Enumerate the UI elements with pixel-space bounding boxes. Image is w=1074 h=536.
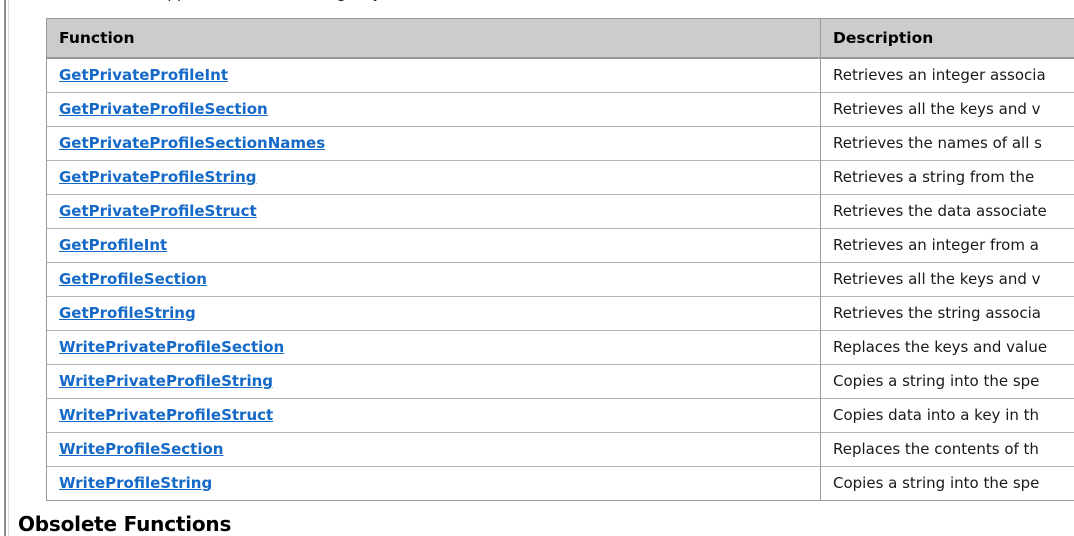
description-cell: Retrieves the names of all s bbox=[821, 126, 1074, 160]
function-name-cell: WritePrivateProfileSection bbox=[47, 330, 821, 364]
description-cell: Replaces the keys and value bbox=[821, 330, 1074, 364]
function-link[interactable]: WritePrivateProfileSection bbox=[59, 338, 284, 356]
table-row: GetPrivateProfileString Retrieves a strin… bbox=[47, 160, 1074, 194]
page-left-border-inner bbox=[8, 0, 9, 536]
table-row: WritePrivateProfileString Copies a string… bbox=[47, 364, 1074, 398]
function-link[interactable]: GetPrivateProfileSectionNames bbox=[59, 134, 325, 152]
function-link[interactable]: GetProfileSection bbox=[59, 270, 207, 288]
function-link[interactable]: GetPrivateProfileSection bbox=[59, 100, 268, 118]
description-cell: Copies a string into the spe bbox=[821, 364, 1074, 398]
function-link[interactable]: WritePrivateProfileStruct bbox=[59, 406, 273, 424]
function-link[interactable]: GetPrivateProfileInt bbox=[59, 66, 228, 84]
function-link[interactable]: GetProfileInt bbox=[59, 236, 167, 254]
function-name-cell: WritePrivateProfileString bbox=[47, 364, 821, 398]
function-name-cell: GetProfileSection bbox=[47, 262, 821, 296]
description-cell: Retrieves the string associa bbox=[821, 296, 1074, 330]
description-cell: Retrieves a string from the bbox=[821, 160, 1074, 194]
table-header: Function Description bbox=[47, 19, 1074, 59]
description-cell: Retrieves an integer associa bbox=[833, 66, 1046, 84]
table-row: GetProfileInt Retrieves an integer from a bbox=[47, 228, 1074, 262]
function-reference-table: Function Description GetPrivateProfileIn… bbox=[46, 18, 1074, 501]
table-row: GetPrivateProfileSectionNames Retrieves t… bbox=[47, 126, 1074, 160]
function-name-cell: GetPrivateProfileStruct bbox=[47, 194, 821, 228]
description-cell: Copies data into a key in th bbox=[821, 398, 1074, 432]
function-link[interactable]: GetProfileString bbox=[59, 304, 196, 322]
table-row: WriteProfileSection Replaces the contents… bbox=[47, 432, 1074, 466]
function-name-cell: GetPrivateProfileSectionNames bbox=[47, 126, 821, 160]
function-link[interactable]: GetPrivateProfileStruct bbox=[59, 202, 257, 220]
function-name-cell: GetProfileString bbox=[47, 296, 821, 330]
function-name-cell: GetPrivateProfileSection bbox=[47, 92, 821, 126]
function-link[interactable]: WriteProfileSection bbox=[59, 440, 223, 458]
function-name-cell: GetProfileInt bbox=[47, 228, 821, 262]
function-link[interactable]: WritePrivateProfileString bbox=[59, 372, 273, 390]
function-name-cell: GetPrivateProfileString bbox=[47, 160, 821, 194]
obsolete-functions-heading: Obsolete Functions bbox=[18, 512, 232, 536]
table-row: GetPrivateProfileInt Retrieves an integer… bbox=[47, 59, 1074, 92]
function-name-cell: WritePrivateProfileStruct bbox=[47, 398, 821, 432]
column-header-description: Description bbox=[821, 19, 1074, 59]
description-cell: Retrieves all the keys and v bbox=[821, 92, 1074, 126]
description-cell: Retrieves an integer from a bbox=[821, 228, 1074, 262]
table-row: GetPrivateProfileStruct Retrieves the dat… bbox=[47, 194, 1074, 228]
table-header-row: Function Description bbox=[47, 19, 1074, 59]
description-cell: Replaces the contents of th bbox=[821, 432, 1074, 466]
column-header-function: Function bbox=[47, 19, 821, 59]
table-row: WritePrivateProfileStruct Copies data int… bbox=[47, 398, 1074, 432]
clipped-paragraph-above-table: supported in the following way: bbox=[150, 0, 850, 2]
table-row: GetProfileSection Retrieves all the keys … bbox=[47, 262, 1074, 296]
table-row: WritePrivateProfileSection Replaces the k… bbox=[47, 330, 1074, 364]
table-row: WriteProfileString Copies a string into t… bbox=[47, 466, 1074, 500]
table-row: GetPrivateProfileSection Retrieves all th… bbox=[47, 92, 1074, 126]
description-cell: Copies a string into the spe bbox=[821, 466, 1074, 500]
page-left-border bbox=[4, 0, 6, 536]
description-cell: Retrieves all the keys and v bbox=[821, 262, 1074, 296]
function-name-cell: GetPrivateProfileInt bbox=[47, 59, 821, 92]
table-body: GetPrivateProfileInt Retrieves an integer… bbox=[47, 59, 1074, 500]
table-row: GetProfileString Retrieves the string ass… bbox=[47, 296, 1074, 330]
function-name-cell: WriteProfileSection bbox=[47, 432, 821, 466]
function-name-cell: WriteProfileString bbox=[47, 466, 821, 500]
description-cell: Retrieves the data associate bbox=[821, 194, 1074, 228]
function-link[interactable]: WriteProfileString bbox=[59, 474, 212, 492]
function-link[interactable]: GetPrivateProfileString bbox=[59, 168, 257, 186]
function-table-container: Function Description GetPrivateProfileIn… bbox=[46, 18, 1074, 501]
